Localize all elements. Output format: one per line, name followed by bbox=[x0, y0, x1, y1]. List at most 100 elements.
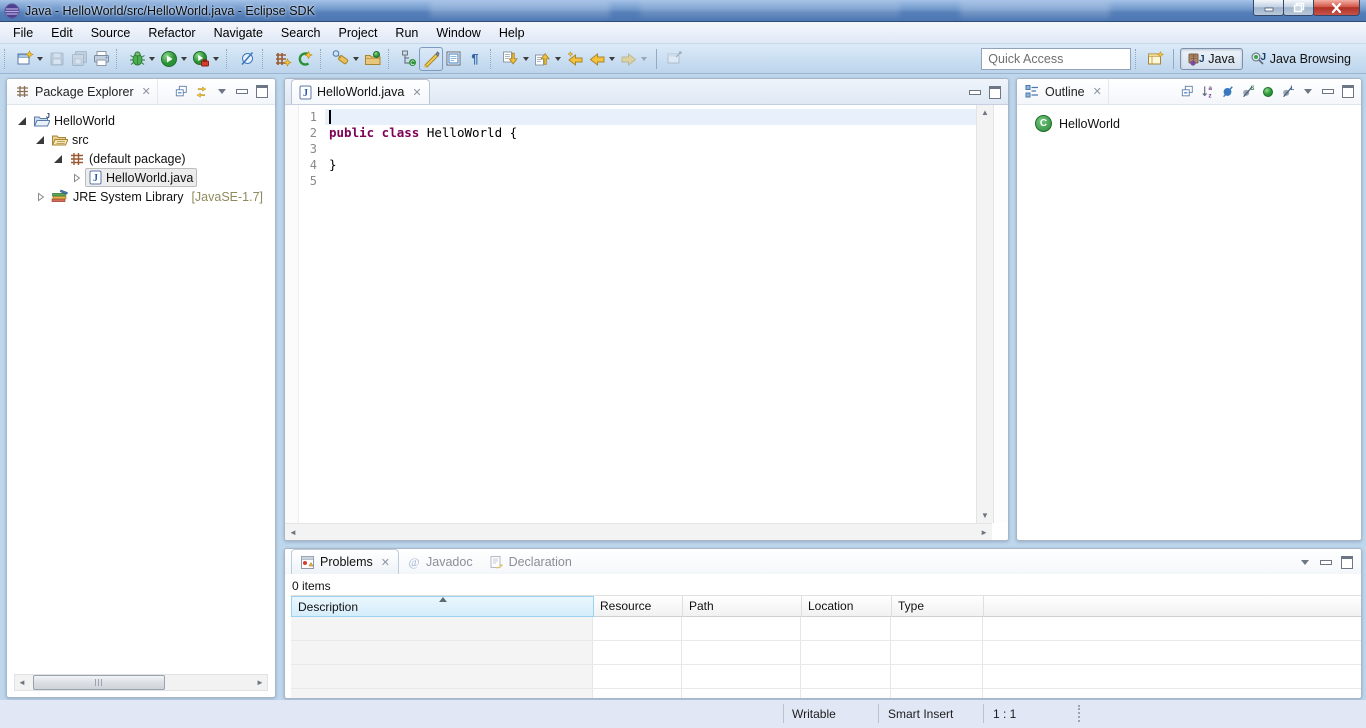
close-icon[interactable]: ✕ bbox=[142, 85, 151, 98]
pin-editor-button[interactable] bbox=[663, 48, 685, 70]
link-with-editor-button[interactable] bbox=[195, 86, 208, 97]
hide-non-public-members-button[interactable] bbox=[1261, 86, 1274, 97]
menu-project[interactable]: Project bbox=[330, 24, 387, 42]
hide-static-members-button[interactable]: S bbox=[1241, 86, 1254, 97]
maximize-view-icon[interactable] bbox=[1341, 86, 1354, 97]
debug-button[interactable] bbox=[126, 48, 148, 70]
external-tools-button[interactable] bbox=[190, 48, 212, 70]
perspective-java-browsing-button[interactable]: J Java Browsing bbox=[1243, 49, 1358, 69]
scroll-right-icon[interactable]: ► bbox=[253, 675, 267, 690]
menu-refactor[interactable]: Refactor bbox=[139, 24, 204, 42]
tree-item-default-package[interactable]: (default package) bbox=[7, 149, 275, 168]
package-explorer-tab[interactable]: Package Explorer ✕ bbox=[7, 79, 158, 104]
scroll-up-icon[interactable]: ▲ bbox=[977, 108, 993, 117]
editor-vscrollbar[interactable]: ▲ ▼ bbox=[976, 105, 994, 523]
new-java-project-button[interactable] bbox=[272, 48, 294, 70]
expander-closed-icon[interactable] bbox=[35, 191, 47, 203]
column-location[interactable]: Location bbox=[802, 596, 892, 617]
debug-dropdown[interactable] bbox=[149, 57, 155, 61]
scroll-down-icon[interactable]: ▼ bbox=[977, 511, 993, 520]
new-java-class-button[interactable] bbox=[294, 48, 316, 70]
code-line-5[interactable] bbox=[325, 173, 977, 189]
close-icon[interactable]: ✕ bbox=[412, 86, 421, 99]
code-editor[interactable]: public class HelloWorld { } bbox=[325, 105, 977, 523]
external-tools-dropdown[interactable] bbox=[213, 57, 219, 61]
minimize-view-icon[interactable] bbox=[1319, 557, 1332, 568]
expander-open-icon[interactable] bbox=[17, 117, 29, 125]
title-bar[interactable]: Java - HelloWorld/src/HelloWorld.java - … bbox=[0, 0, 1366, 22]
previous-annotation-button[interactable] bbox=[532, 48, 554, 70]
new-wizard-button[interactable] bbox=[14, 48, 36, 70]
tree-item-project[interactable]: J HelloWorld bbox=[7, 111, 275, 130]
tree-item-src[interactable]: src bbox=[7, 130, 275, 149]
minimize-view-icon[interactable] bbox=[235, 86, 248, 97]
close-icon[interactable]: ✕ bbox=[1093, 85, 1102, 98]
code-line-2[interactable]: public class HelloWorld { bbox=[325, 125, 977, 141]
scrollbar-thumb[interactable] bbox=[33, 675, 165, 690]
quick-access-input[interactable] bbox=[981, 48, 1131, 70]
open-type-button[interactable] bbox=[362, 48, 384, 70]
editor-hscrollbar[interactable]: ◄ ► bbox=[285, 523, 992, 540]
overview-ruler[interactable] bbox=[995, 105, 1008, 523]
forward-button[interactable] bbox=[618, 48, 640, 70]
collapse-all-button[interactable] bbox=[175, 86, 188, 97]
code-line-1[interactable] bbox=[325, 109, 977, 125]
run-button[interactable] bbox=[158, 48, 180, 70]
annotation-ruler[interactable] bbox=[285, 105, 299, 523]
maximize-view-icon[interactable] bbox=[255, 86, 268, 97]
menu-source[interactable]: Source bbox=[82, 24, 140, 42]
scroll-left-icon[interactable]: ◄ bbox=[15, 675, 29, 690]
maximize-view-icon[interactable] bbox=[1340, 557, 1353, 568]
menu-help[interactable]: Help bbox=[490, 24, 534, 42]
next-annotation-button[interactable] bbox=[500, 48, 522, 70]
menu-navigate[interactable]: Navigate bbox=[205, 24, 272, 42]
tab-problems[interactable]: Problems ✕ bbox=[291, 549, 399, 574]
outline-item-helloworld[interactable]: C HelloWorld bbox=[1017, 105, 1361, 132]
skip-breakpoints-button[interactable] bbox=[236, 48, 258, 70]
hide-fields-button[interactable] bbox=[1221, 86, 1234, 97]
expander-open-icon[interactable] bbox=[53, 155, 65, 163]
column-path[interactable]: Path bbox=[683, 596, 802, 617]
menu-search[interactable]: Search bbox=[272, 24, 330, 42]
print-button[interactable] bbox=[90, 48, 112, 70]
new-wizard-dropdown[interactable] bbox=[37, 57, 43, 61]
menu-edit[interactable]: Edit bbox=[42, 24, 82, 42]
line-number-ruler[interactable]: 1 2 3 4 5 bbox=[299, 105, 325, 523]
minimize-button[interactable] bbox=[1253, 0, 1284, 16]
forward-dropdown[interactable] bbox=[641, 57, 647, 61]
package-explorer-hscrollbar[interactable]: ◄ ► bbox=[14, 674, 268, 691]
outline-tab[interactable]: Outline ✕ bbox=[1017, 79, 1109, 104]
column-description[interactable]: Description bbox=[291, 596, 594, 617]
save-all-button[interactable] bbox=[68, 48, 90, 70]
next-annotation-dropdown[interactable] bbox=[523, 57, 529, 61]
scroll-left-icon[interactable]: ◄ bbox=[289, 528, 297, 537]
previous-annotation-dropdown[interactable] bbox=[555, 57, 561, 61]
view-menu-icon[interactable] bbox=[1298, 557, 1311, 568]
tab-javadoc[interactable]: @ Javadoc bbox=[399, 550, 481, 574]
column-resource[interactable]: Resource bbox=[594, 596, 683, 617]
search-dropdown[interactable] bbox=[353, 57, 359, 61]
menu-run[interactable]: Run bbox=[386, 24, 427, 42]
tree-item-helloworld-java[interactable]: J HelloWorld.java bbox=[7, 168, 275, 187]
hide-local-types-button[interactable]: L bbox=[1281, 86, 1294, 97]
sort-button[interactable]: az bbox=[1201, 86, 1214, 97]
save-button[interactable] bbox=[46, 48, 68, 70]
minimize-view-icon[interactable] bbox=[1321, 86, 1334, 97]
menu-file[interactable]: File bbox=[4, 24, 42, 42]
mark-occurrences-toggle[interactable] bbox=[420, 48, 442, 70]
back-dropdown[interactable] bbox=[609, 57, 615, 61]
perspective-java-button[interactable]: J Java bbox=[1180, 48, 1242, 70]
tab-declaration[interactable]: Declaration bbox=[481, 550, 580, 574]
last-edit-location-button[interactable] bbox=[564, 48, 586, 70]
column-type[interactable]: Type bbox=[892, 596, 984, 617]
close-button[interactable] bbox=[1313, 0, 1360, 16]
restore-button[interactable] bbox=[1283, 0, 1314, 16]
run-dropdown[interactable] bbox=[181, 57, 187, 61]
expander-closed-icon[interactable] bbox=[71, 172, 83, 184]
menu-window[interactable]: Window bbox=[427, 24, 489, 42]
show-whitespace-toggle[interactable]: ¶ bbox=[464, 48, 486, 70]
view-menu-icon[interactable] bbox=[1301, 86, 1314, 97]
view-menu-icon[interactable] bbox=[215, 86, 228, 97]
collapse-all-button[interactable] bbox=[1181, 86, 1194, 97]
code-line-4[interactable]: } bbox=[325, 157, 977, 173]
